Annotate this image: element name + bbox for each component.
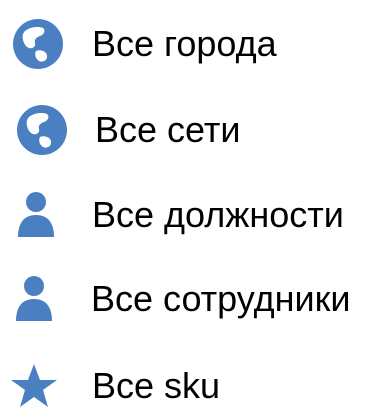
person-icon: [6, 269, 62, 329]
filter-list: Все города Все сети Все должности Все со…: [0, 0, 387, 410]
filter-all-sku[interactable]: Все sku: [0, 356, 387, 416]
filter-label: Все должности: [92, 194, 344, 235]
filter-label: Все города: [92, 23, 277, 64]
filter-label: Все сотрудники: [91, 278, 351, 319]
filter-all-positions[interactable]: Все должности: [0, 185, 387, 245]
filter-all-cities[interactable]: Все города: [0, 14, 387, 74]
filter-label: Все sku: [92, 365, 221, 406]
star-icon: [6, 356, 62, 416]
globe-icon: [14, 100, 70, 160]
person-icon: [8, 185, 64, 245]
filter-all-employees[interactable]: Все сотрудники: [0, 269, 387, 329]
globe-icon: [10, 14, 66, 74]
filter-all-networks[interactable]: Все сети: [0, 100, 387, 160]
filter-label: Все сети: [95, 109, 241, 150]
